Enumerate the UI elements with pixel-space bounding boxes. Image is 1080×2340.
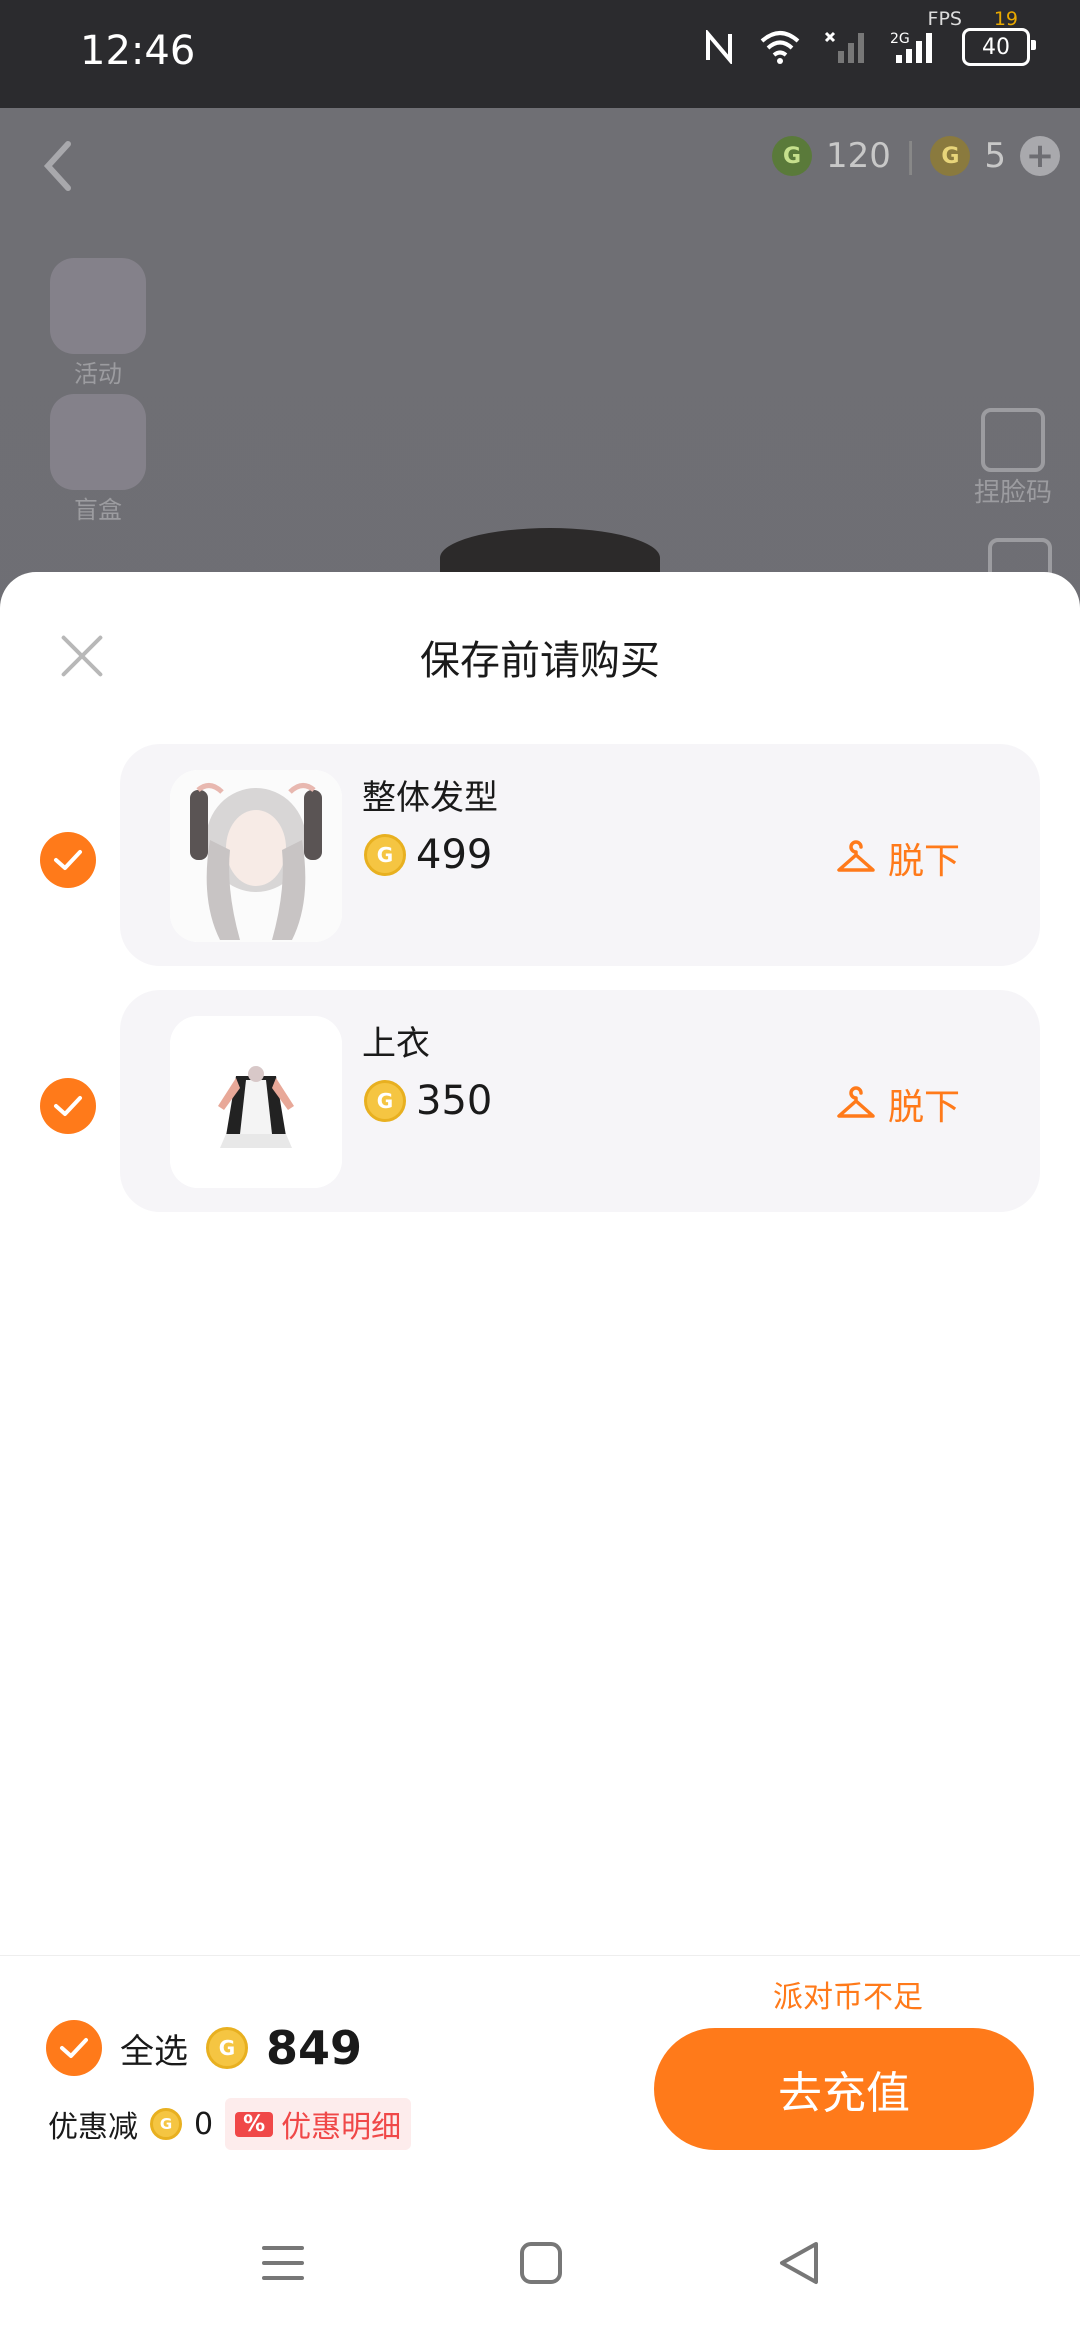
coin-icon: G: [364, 834, 406, 876]
star-icon: [50, 258, 146, 354]
top-image: [170, 1016, 342, 1188]
side-item-blindbox[interactable]: 盲盒: [50, 394, 146, 525]
select-all-label: 全选: [120, 2031, 188, 2072]
status-time: 12:46: [80, 28, 196, 74]
add-currency-button[interactable]: +: [1020, 136, 1060, 176]
item-checkbox[interactable]: [40, 832, 96, 888]
check-icon: [60, 2038, 88, 2058]
face-code-button[interactable]: 捏脸码: [974, 408, 1052, 509]
hairstyle-thumbnail: [170, 770, 342, 942]
battery-level: 40: [982, 34, 1010, 60]
item-name: 上衣: [362, 1024, 430, 1064]
fps-value: 19: [993, 8, 1018, 30]
discount-detail-link[interactable]: % 优惠明细: [225, 2098, 412, 2150]
item-price-value: 499: [416, 832, 493, 878]
take-off-button[interactable]: 脱下: [836, 1078, 960, 1130]
gold-coin-icon: G: [930, 136, 971, 176]
side-item-activity[interactable]: 活动: [50, 258, 146, 389]
top-thumbnail: [170, 1016, 342, 1188]
hanger-icon: [837, 1086, 875, 1118]
back-nav-icon[interactable]: [776, 2240, 822, 2286]
coin-icon: G: [364, 1080, 406, 1122]
back-icon[interactable]: [38, 138, 78, 194]
take-off-button[interactable]: 脱下: [836, 832, 960, 884]
battery-icon: 40: [962, 28, 1036, 66]
discount-row: 优惠减 G 0 % 优惠明细: [48, 2098, 412, 2150]
signal-off-icon: [824, 31, 864, 63]
item-checkbox[interactable]: [40, 1078, 96, 1134]
take-off-label: 脱下: [887, 841, 960, 882]
total-price: 849: [266, 2021, 363, 2075]
hanger-icon: [837, 840, 875, 872]
discount-label: 优惠减: [48, 2110, 138, 2145]
select-all-checkbox[interactable]: [46, 2020, 102, 2076]
check-icon: [54, 850, 82, 870]
list-item: 整体发型 G 499 脱下: [120, 744, 1040, 966]
system-nav-bar: [0, 2200, 1080, 2340]
gift-box-icon: [50, 394, 146, 490]
currency-green-value: 120: [825, 136, 891, 176]
checkout-divider: [0, 1955, 1080, 1956]
side-item-label: 盲盒: [74, 496, 122, 524]
discount-detail-label: 优惠明细: [281, 2110, 402, 2145]
coin-icon: G: [206, 2027, 248, 2069]
home-icon[interactable]: [518, 2240, 564, 2286]
currency-gold-value: 5: [984, 136, 1006, 176]
side-item-label: 活动: [74, 360, 122, 388]
fps-label: FPS: [927, 8, 962, 30]
item-price: G 499: [364, 832, 492, 878]
recharge-button[interactable]: 去充值: [654, 2028, 1034, 2150]
nfc-icon: [706, 30, 732, 64]
check-icon: [54, 1096, 82, 1116]
item-name: 整体发型: [362, 778, 498, 818]
item-price-value: 350: [416, 1078, 493, 1124]
hair-image: [170, 770, 342, 942]
list-item: 上衣 G 350 脱下: [120, 990, 1040, 1212]
menu-icon[interactable]: [260, 2240, 306, 2286]
status-bar: 12:46 FPS 19 2G 40: [0, 0, 1080, 108]
status-icons: 2G 40: [702, 28, 1036, 66]
party-coin-icon: G: [771, 136, 812, 176]
network-type: 2G: [890, 31, 910, 47]
coin-icon: G: [150, 2108, 182, 2140]
sheet-title: 保存前请购买: [420, 638, 660, 684]
select-all[interactable]: 全选 G 849: [46, 2020, 362, 2076]
item-price: G 350: [364, 1078, 492, 1124]
currency-bar: G 120 | G 5 +: [771, 136, 1060, 176]
wifi-icon: [760, 31, 800, 64]
currency-divider: |: [904, 136, 917, 176]
face-code-label: 捏脸码: [973, 478, 1052, 508]
signal-icon: 2G: [890, 31, 932, 63]
percent-icon: %: [235, 2111, 274, 2137]
discount-value: 0: [194, 2106, 214, 2142]
edit-icon: [980, 408, 1045, 472]
take-off-label: 脱下: [887, 1087, 960, 1128]
insufficient-notice: 派对币不足: [773, 1980, 923, 2015]
